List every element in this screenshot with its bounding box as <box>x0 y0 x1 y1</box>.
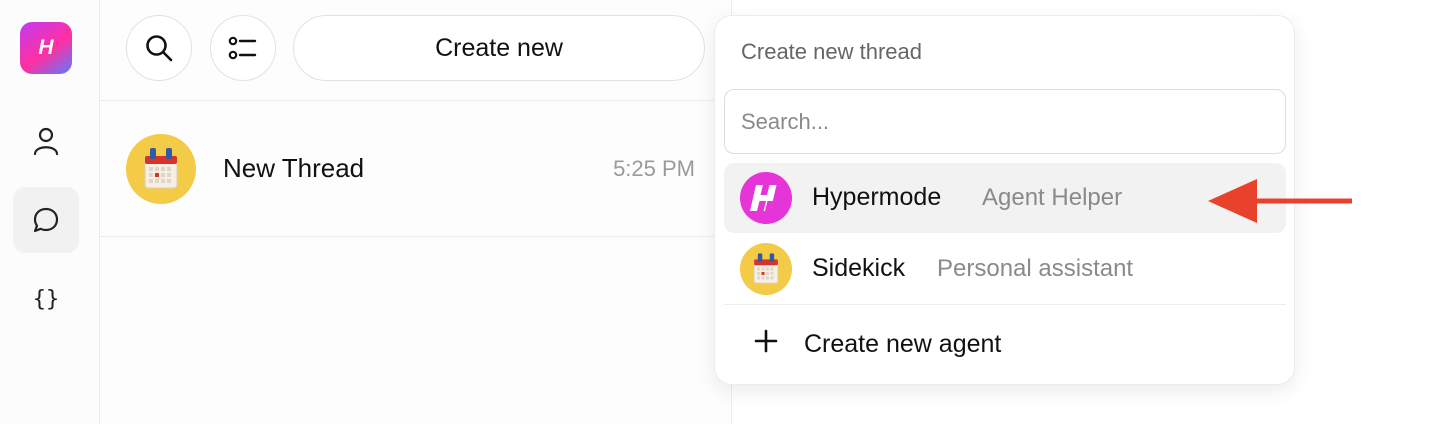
agent-name: Hypermode <box>812 183 942 211</box>
rail-threads-button[interactable] <box>13 187 79 253</box>
rail-profile-button[interactable] <box>13 108 79 174</box>
annotation-arrow-icon <box>1208 179 1352 223</box>
calendar-emoji-icon <box>144 148 178 189</box>
hypermode-logo-icon <box>750 185 777 211</box>
agent-option-hypermode[interactable]: Hypermode Agent Helper <box>724 163 1286 233</box>
hypermode-avatar <box>740 172 792 224</box>
agent-search-input[interactable] <box>724 89 1286 154</box>
app-logo[interactable]: H <box>20 22 72 74</box>
thread-title: New Thread <box>223 153 365 183</box>
thread-list-panel: Create new New Thread 5:25 PM <box>100 0 732 424</box>
left-rail: H {} <box>0 0 100 424</box>
agent-description: Personal assistant <box>937 255 1134 282</box>
agent-name: Sidekick <box>812 254 906 282</box>
braces-icon: {} <box>32 286 60 312</box>
thread-avatar <box>126 134 196 204</box>
logo-letter: H <box>38 36 54 59</box>
agent-description: Agent Helper <box>982 184 1123 211</box>
list-filter-icon <box>228 36 257 60</box>
search-button[interactable] <box>126 15 192 81</box>
create-new-button[interactable]: Create new <box>293 15 705 81</box>
thread-timestamp: 5:25 PM <box>613 156 695 181</box>
plus-icon <box>754 329 778 353</box>
agent-option-sidekick[interactable]: Sidekick Personal assistant <box>724 234 1286 304</box>
sidekick-avatar <box>740 243 792 295</box>
user-icon <box>33 127 59 156</box>
create-new-agent-label: Create new agent <box>804 330 1002 358</box>
dropdown-divider <box>724 304 1286 305</box>
filter-button[interactable] <box>210 15 276 81</box>
create-new-agent-button[interactable]: Create new agent <box>724 313 1286 375</box>
thread-toolbar: Create new <box>100 0 732 101</box>
create-new-label: Create new <box>435 33 563 62</box>
search-icon <box>146 35 173 62</box>
chat-bubble-icon <box>33 207 59 233</box>
rail-api-button[interactable]: {} <box>13 266 79 332</box>
dropdown-heading: Create new thread <box>741 39 922 64</box>
thread-list-item[interactable]: New Thread 5:25 PM <box>100 101 732 237</box>
calendar-emoji-icon <box>753 253 779 284</box>
